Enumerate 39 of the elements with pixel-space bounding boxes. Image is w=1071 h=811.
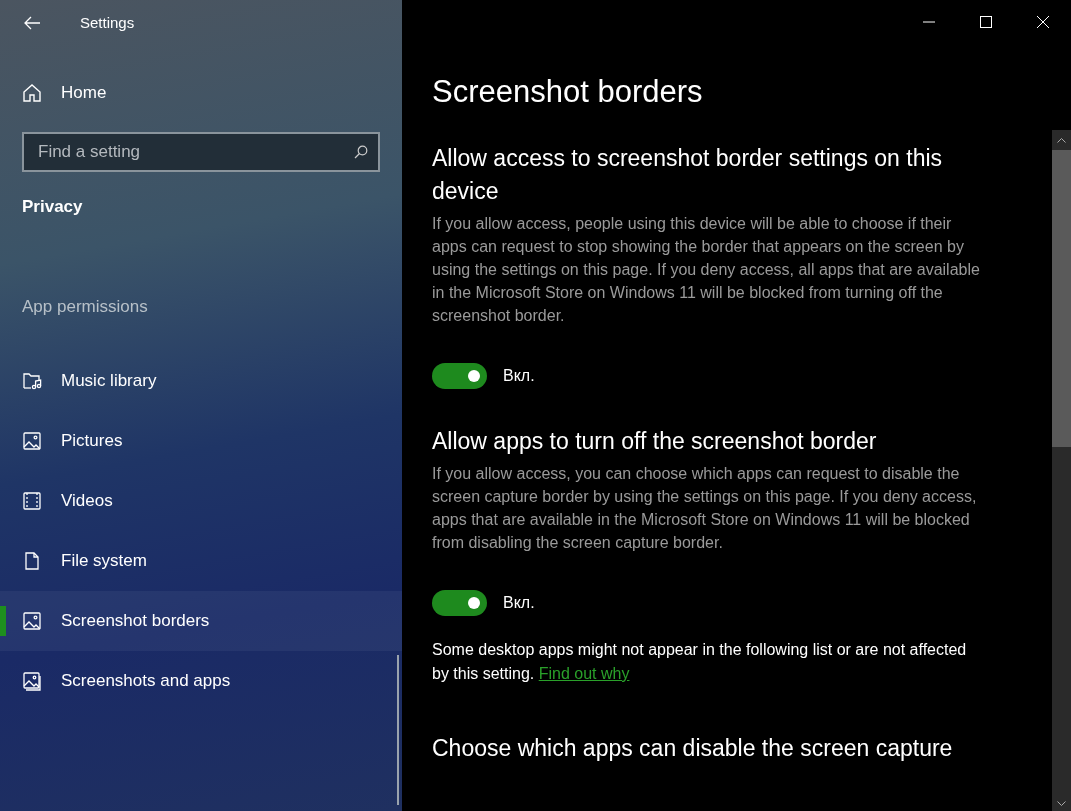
section-description: If you allow access, people using this device will be able to choose if their apps can request to stop showing the border that appears on the screen by using the settings on this page. If you deny access, all apps that are available in the Microsoft Store on Windows 11 will be blocked from turning off the screenshot border. xyxy=(432,214,981,326)
selection-indicator xyxy=(0,606,6,636)
picture-icon xyxy=(22,611,42,631)
group-heading: App permissions xyxy=(21,295,149,318)
search-field[interactable]: Find a setting xyxy=(22,132,380,172)
nav-item[interactable]: Videos xyxy=(0,471,402,531)
film-icon xyxy=(22,491,42,511)
section-heading: Choose which apps can disable the screen capture xyxy=(432,734,954,763)
toggle-switch[interactable] xyxy=(432,363,487,389)
toggle-label: Вкл. xyxy=(503,593,535,613)
scroll-down-icon[interactable] xyxy=(1057,801,1066,807)
search-icon xyxy=(354,145,368,159)
scrollbar[interactable] xyxy=(1052,130,1071,811)
home-link[interactable]: Home xyxy=(61,80,107,106)
pictures-icon xyxy=(22,671,42,691)
nav-item[interactable]: Pictures xyxy=(0,411,402,471)
music-folder-icon xyxy=(22,371,42,391)
nav-item[interactable]: Screenshots and apps xyxy=(0,651,402,711)
nav-item[interactable]: Music library xyxy=(0,351,402,411)
section-heading: Allow access to screenshot border settings on this device xyxy=(432,144,944,206)
document-icon xyxy=(22,551,42,571)
scroll-up-icon[interactable] xyxy=(1057,137,1066,143)
nav-item[interactable]: File system xyxy=(0,531,402,591)
nav-item[interactable]: Screenshot borders xyxy=(0,591,402,651)
home-icon xyxy=(22,83,42,103)
scrollbar[interactable] xyxy=(397,655,399,805)
close-icon xyxy=(1036,16,1049,28)
section-heading: Allow apps to turn off the screenshot border xyxy=(432,427,878,456)
toggle-label: Вкл. xyxy=(503,366,535,386)
toggle-switch[interactable] xyxy=(432,590,487,616)
page-title: Screenshot borders xyxy=(432,73,704,111)
section-description: If you allow access, you can choose which apps can request to disable the screen capture border by using the settings on this page. If you deny access, apps that are available in the Microsoft Store on Windows 11 will be blocked from disabling the screen capture border. xyxy=(432,464,978,553)
find-out-why-link[interactable]: Find out why xyxy=(538,665,630,682)
category-heading: Privacy xyxy=(21,196,84,218)
picture-icon xyxy=(22,431,42,451)
window-title: Settings xyxy=(80,12,135,33)
note-text: Some desktop apps might not appear in the following list or are not affected by this setting. Find out why xyxy=(432,640,968,684)
maximize-icon xyxy=(979,16,992,28)
scrollbar-thumb[interactable] xyxy=(1052,150,1071,447)
